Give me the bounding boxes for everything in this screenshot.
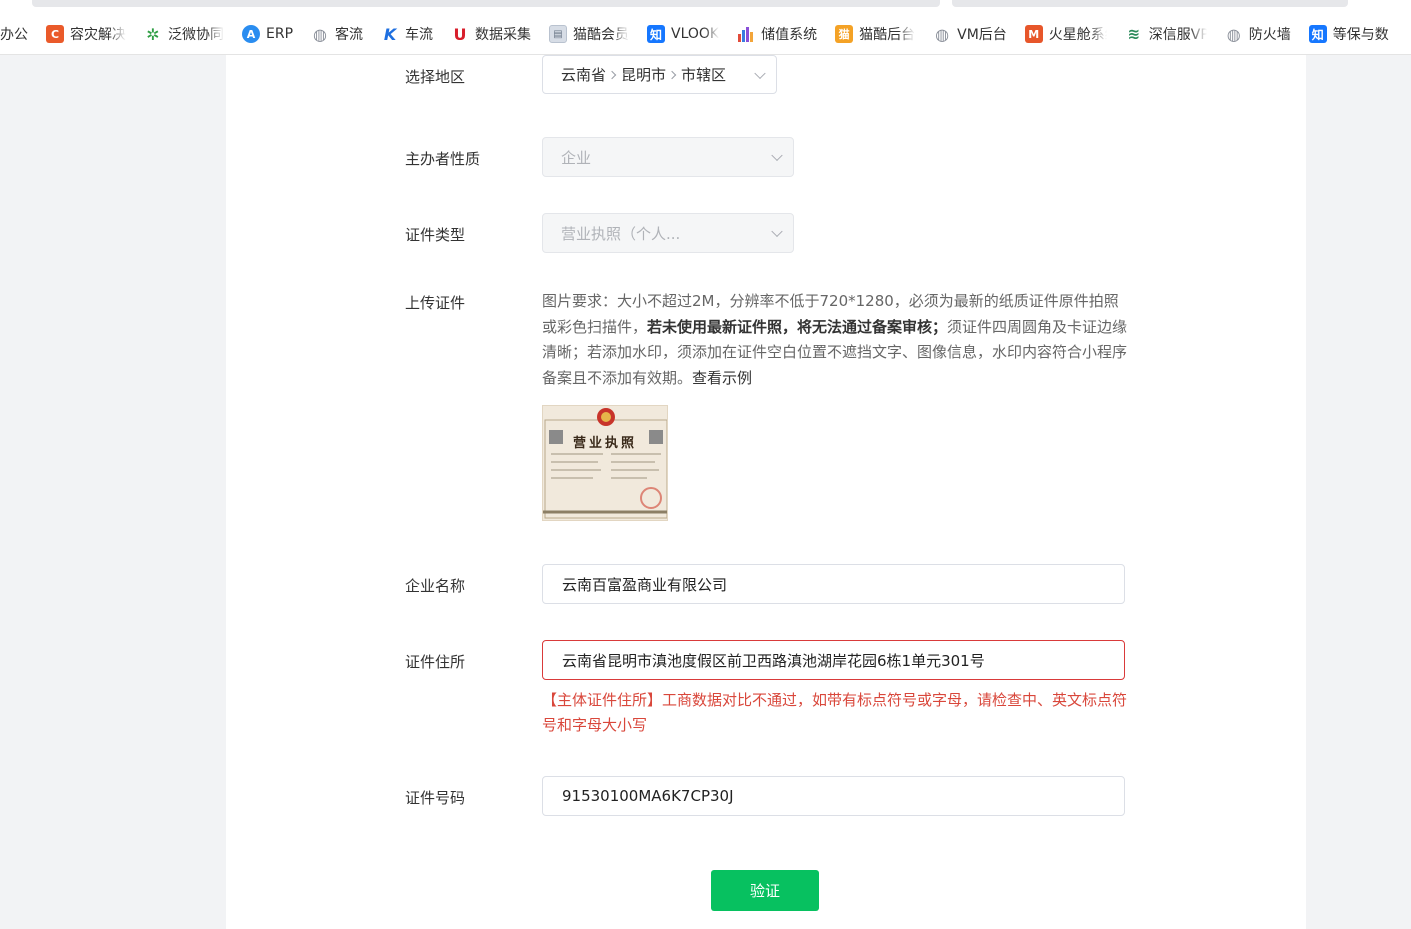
bookmark-item[interactable]: 知 VLOOK bbox=[647, 25, 719, 43]
cert-address-label: 证件住所 bbox=[405, 653, 466, 671]
bookmark-label: 容灾解决 bbox=[70, 27, 126, 43]
bookmark-label: 客流 bbox=[335, 27, 364, 43]
cert-number-label: 证件号码 bbox=[405, 789, 466, 807]
bookmark-label: 车流 bbox=[405, 27, 434, 43]
bookmark-label: 猫酷会员 bbox=[573, 27, 630, 43]
bookmark-item[interactable]: C 容灾解决 bbox=[46, 24, 126, 44]
bookmark-label: 火星舱系统 bbox=[1048, 27, 1107, 43]
bookmark-item[interactable]: ◍ 防火墙 bbox=[1225, 24, 1291, 44]
bookmark-label: 防火墙 bbox=[1248, 27, 1291, 43]
bookmark-item[interactable]: 猫猫酷后台 bbox=[835, 24, 915, 44]
region-city: 昆明市 bbox=[621, 66, 667, 84]
region-separator-icon bbox=[607, 70, 617, 79]
chevron-down-icon bbox=[771, 225, 783, 238]
tab-strip-left bbox=[32, 0, 940, 7]
organizer-type-value: 企业 bbox=[561, 148, 592, 167]
bookmark-item[interactable]: ≋ 深信服VPN bbox=[1125, 24, 1207, 44]
cert-address-error: 【主体证件住所】工商数据对比不通过，如带有标点符号或字母，请检查中、英文标点符号… bbox=[542, 691, 1128, 734]
bookmark-item[interactable]: M 火星舱系统 bbox=[1024, 24, 1107, 44]
cat-icon: 猫 bbox=[835, 25, 854, 43]
bookmark-label: 猫酷后台 bbox=[859, 27, 916, 43]
region-select[interactable]: 云南省 昆明市 市辖区 bbox=[542, 55, 777, 94]
globe-icon: ◍ bbox=[935, 24, 950, 44]
license-image-icon bbox=[543, 406, 667, 520]
upload-label: 上传证件 bbox=[405, 294, 466, 312]
company-name-label: 企业名称 bbox=[405, 577, 466, 595]
cert-type-label: 证件类型 bbox=[405, 226, 466, 244]
bookmark-list: 办公 C 容灾解决 ✲ 泛微协同 A ERP ◍ 客流 K 车流 U 数据采集 ▤ 猫酷会员 知 VLOOK 储值… bbox=[0, 21, 1407, 47]
cert-address-input[interactable]: 云南省昆明市滇池度假区前卫西路滇池湖岸花园6栋1单元301号 bbox=[542, 640, 1125, 680]
business-license-thumbnail[interactable]: 营业执照 bbox=[542, 405, 668, 521]
k-logo-icon: K bbox=[383, 24, 397, 44]
bookmark-label: ERP bbox=[266, 26, 294, 42]
bookmark-label: 办公 bbox=[0, 27, 28, 43]
organizer-type-select[interactable]: 企业 bbox=[542, 137, 794, 177]
cert-type-value: 营业执照（个人... bbox=[561, 224, 681, 243]
organizer-type-label: 主办者性质 bbox=[405, 150, 481, 168]
globe-icon: ◍ bbox=[313, 24, 327, 44]
zhi-icon: 知 bbox=[647, 25, 666, 43]
filing-form-card: 选择地区 云南省 昆明市 市辖区 主办者性质 企业 证件类型 营业执照（个人..… bbox=[226, 55, 1306, 929]
a-circle-icon: A bbox=[242, 25, 260, 43]
bookmark-item[interactable]: U 数据采集 bbox=[451, 24, 532, 44]
bookmark-item[interactable]: A ERP bbox=[242, 25, 293, 43]
bookmark-item[interactable]: ▤ 猫酷会员 bbox=[549, 24, 629, 44]
bookmark-item[interactable]: ◍ 客流 bbox=[311, 24, 363, 44]
bookmark-label: 等保与数 bbox=[1332, 27, 1389, 43]
bookmark-label: VM后台 bbox=[957, 27, 1007, 43]
region-province: 云南省 bbox=[561, 66, 607, 84]
c-letter-icon: C bbox=[46, 25, 64, 43]
bar-chart-icon bbox=[737, 25, 755, 43]
globe-icon: ◍ bbox=[1226, 24, 1241, 44]
region-label: 选择地区 bbox=[405, 68, 466, 86]
company-name-input[interactable]: 云南百富盈商业有限公司 bbox=[542, 564, 1125, 604]
bookmark-label: 数据采集 bbox=[475, 27, 532, 43]
verify-button[interactable]: 验证 bbox=[711, 870, 819, 911]
upload-hint-warning: 若未使用最新证件照，将无法通过备案审核； bbox=[647, 317, 948, 336]
mars-icon: M bbox=[1024, 25, 1043, 43]
u-logo-icon: U bbox=[453, 24, 467, 44]
region-district: 市辖区 bbox=[681, 66, 727, 84]
license-title: 营业执照 bbox=[573, 436, 638, 451]
sangfor-icon: ≋ bbox=[1127, 25, 1141, 43]
bookmark-item[interactable]: 知等保与数 bbox=[1308, 24, 1389, 44]
region-separator-icon bbox=[667, 70, 677, 79]
bookmark-item[interactable]: K 车流 bbox=[381, 24, 433, 44]
cert-type-select[interactable]: 营业执照（个人... bbox=[542, 213, 794, 253]
chevron-down-icon bbox=[754, 67, 766, 79]
cert-number-input[interactable]: 91530100MA6K7CP30J bbox=[542, 776, 1125, 816]
bookmark-item[interactable]: 储值系统 bbox=[737, 24, 817, 44]
chevron-down-icon bbox=[771, 149, 783, 162]
bookmark-label: VLOOK bbox=[671, 26, 720, 42]
bookmark-item[interactable]: ◍ VM后台 bbox=[933, 24, 1007, 44]
upload-requirements: 图片要求：大小不超过2M，分辨率不低于720*1280，必须为最新的纸质证件原件… bbox=[542, 289, 1132, 391]
bookmark-item[interactable]: 办公 bbox=[0, 24, 28, 44]
bookmark-item[interactable]: ✲ 泛微协同 bbox=[144, 24, 224, 44]
tab-strip-right bbox=[952, 0, 1348, 7]
view-example-link[interactable]: 查看示例 bbox=[692, 369, 752, 387]
flower-icon: ✲ bbox=[146, 24, 160, 44]
document-icon: ▤ bbox=[549, 25, 568, 43]
bookmark-label: 深信服VPN bbox=[1148, 27, 1207, 43]
bookmarks-bar: 办公 C 容灾解决 ✲ 泛微协同 A ERP ◍ 客流 K 车流 U 数据采集 ▤ 猫酷会员 知 VLOOK 储值… bbox=[0, 0, 1411, 55]
bookmark-label: 储值系统 bbox=[761, 27, 818, 43]
bookmark-label: 泛微协同 bbox=[168, 27, 224, 43]
zhi-icon: 知 bbox=[1308, 25, 1327, 43]
